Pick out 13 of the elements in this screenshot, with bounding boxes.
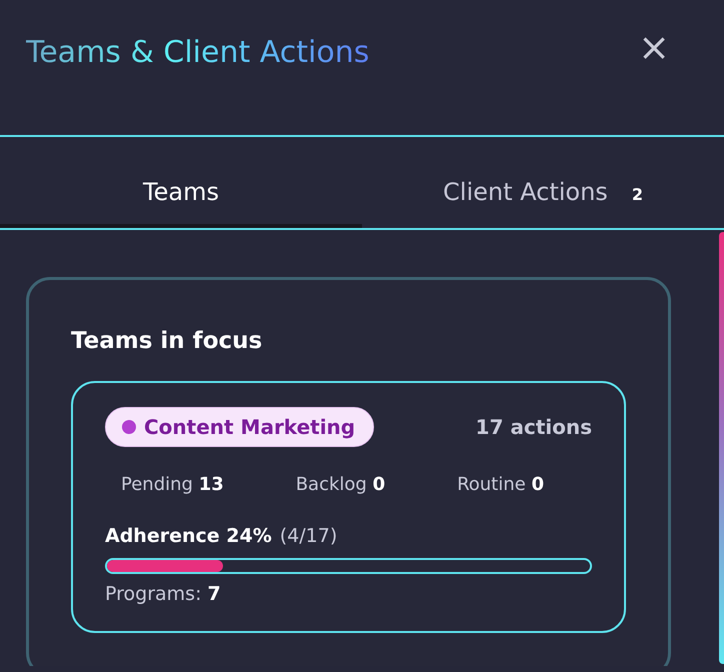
tab[interactable]: Client Actions 2	[362, 137, 724, 228]
programs-text: Programs: 7	[105, 582, 222, 607]
adherence-label: Adherence 24%	[105, 524, 272, 548]
section-title: Teams in focus	[71, 327, 264, 356]
team-tag: Content Marketing	[105, 406, 374, 446]
stat-text: Pending 13	[121, 472, 224, 496]
close-button[interactable]: ×	[634, 28, 674, 66]
action-count: 17 actions	[476, 414, 592, 440]
stat-text: Routine 0	[457, 472, 544, 496]
tab-count: 2	[632, 185, 643, 204]
tab[interactable]: Teams	[0, 137, 362, 228]
stat-text: Backlog 0	[296, 472, 386, 496]
adherence-ratio: (4/17)	[280, 524, 338, 548]
